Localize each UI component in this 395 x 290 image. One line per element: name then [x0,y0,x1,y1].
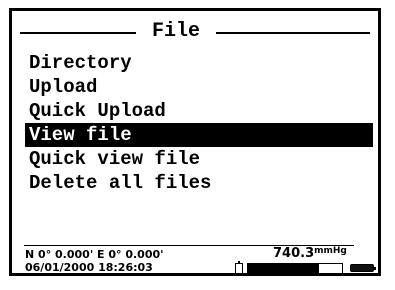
menu-title-bar: File [20,21,370,43]
menu-item-quick-upload[interactable]: Quick Upload [25,99,373,123]
barometric-pressure: 740.3mmHg [273,246,347,261]
pressure-unit: mmHg [314,246,347,256]
menu-item-upload[interactable]: Upload [25,75,373,99]
pressure-value: 740.3 [273,246,315,261]
menu-item-delete-all-files[interactable]: Delete all files [25,171,373,195]
progress-bar [247,263,343,274]
battery-icon [350,264,376,272]
file-menu: Directory Upload Quick Upload View file … [25,51,373,195]
date-time: 06/01/2000 18:26:03 [25,261,153,274]
title-rule-right [216,32,370,34]
menu-item-directory[interactable]: Directory [25,51,373,75]
lcd-screen: File Directory Upload Quick Upload View … [9,8,381,276]
progress-bar-fill [248,264,319,273]
gps-coordinates: N 0° 0.000' E 0° 0.000' [25,248,164,261]
status-bar: N 0° 0.000' E 0° 0.000' 06/01/2000 18:26… [25,246,376,277]
menu-item-view-file[interactable]: View file [25,123,373,147]
sensor-cell-icon [235,261,243,274]
menu-title: File [151,20,200,43]
menu-item-quick-view-file[interactable]: Quick view file [25,147,373,171]
title-rule-left [20,32,136,34]
